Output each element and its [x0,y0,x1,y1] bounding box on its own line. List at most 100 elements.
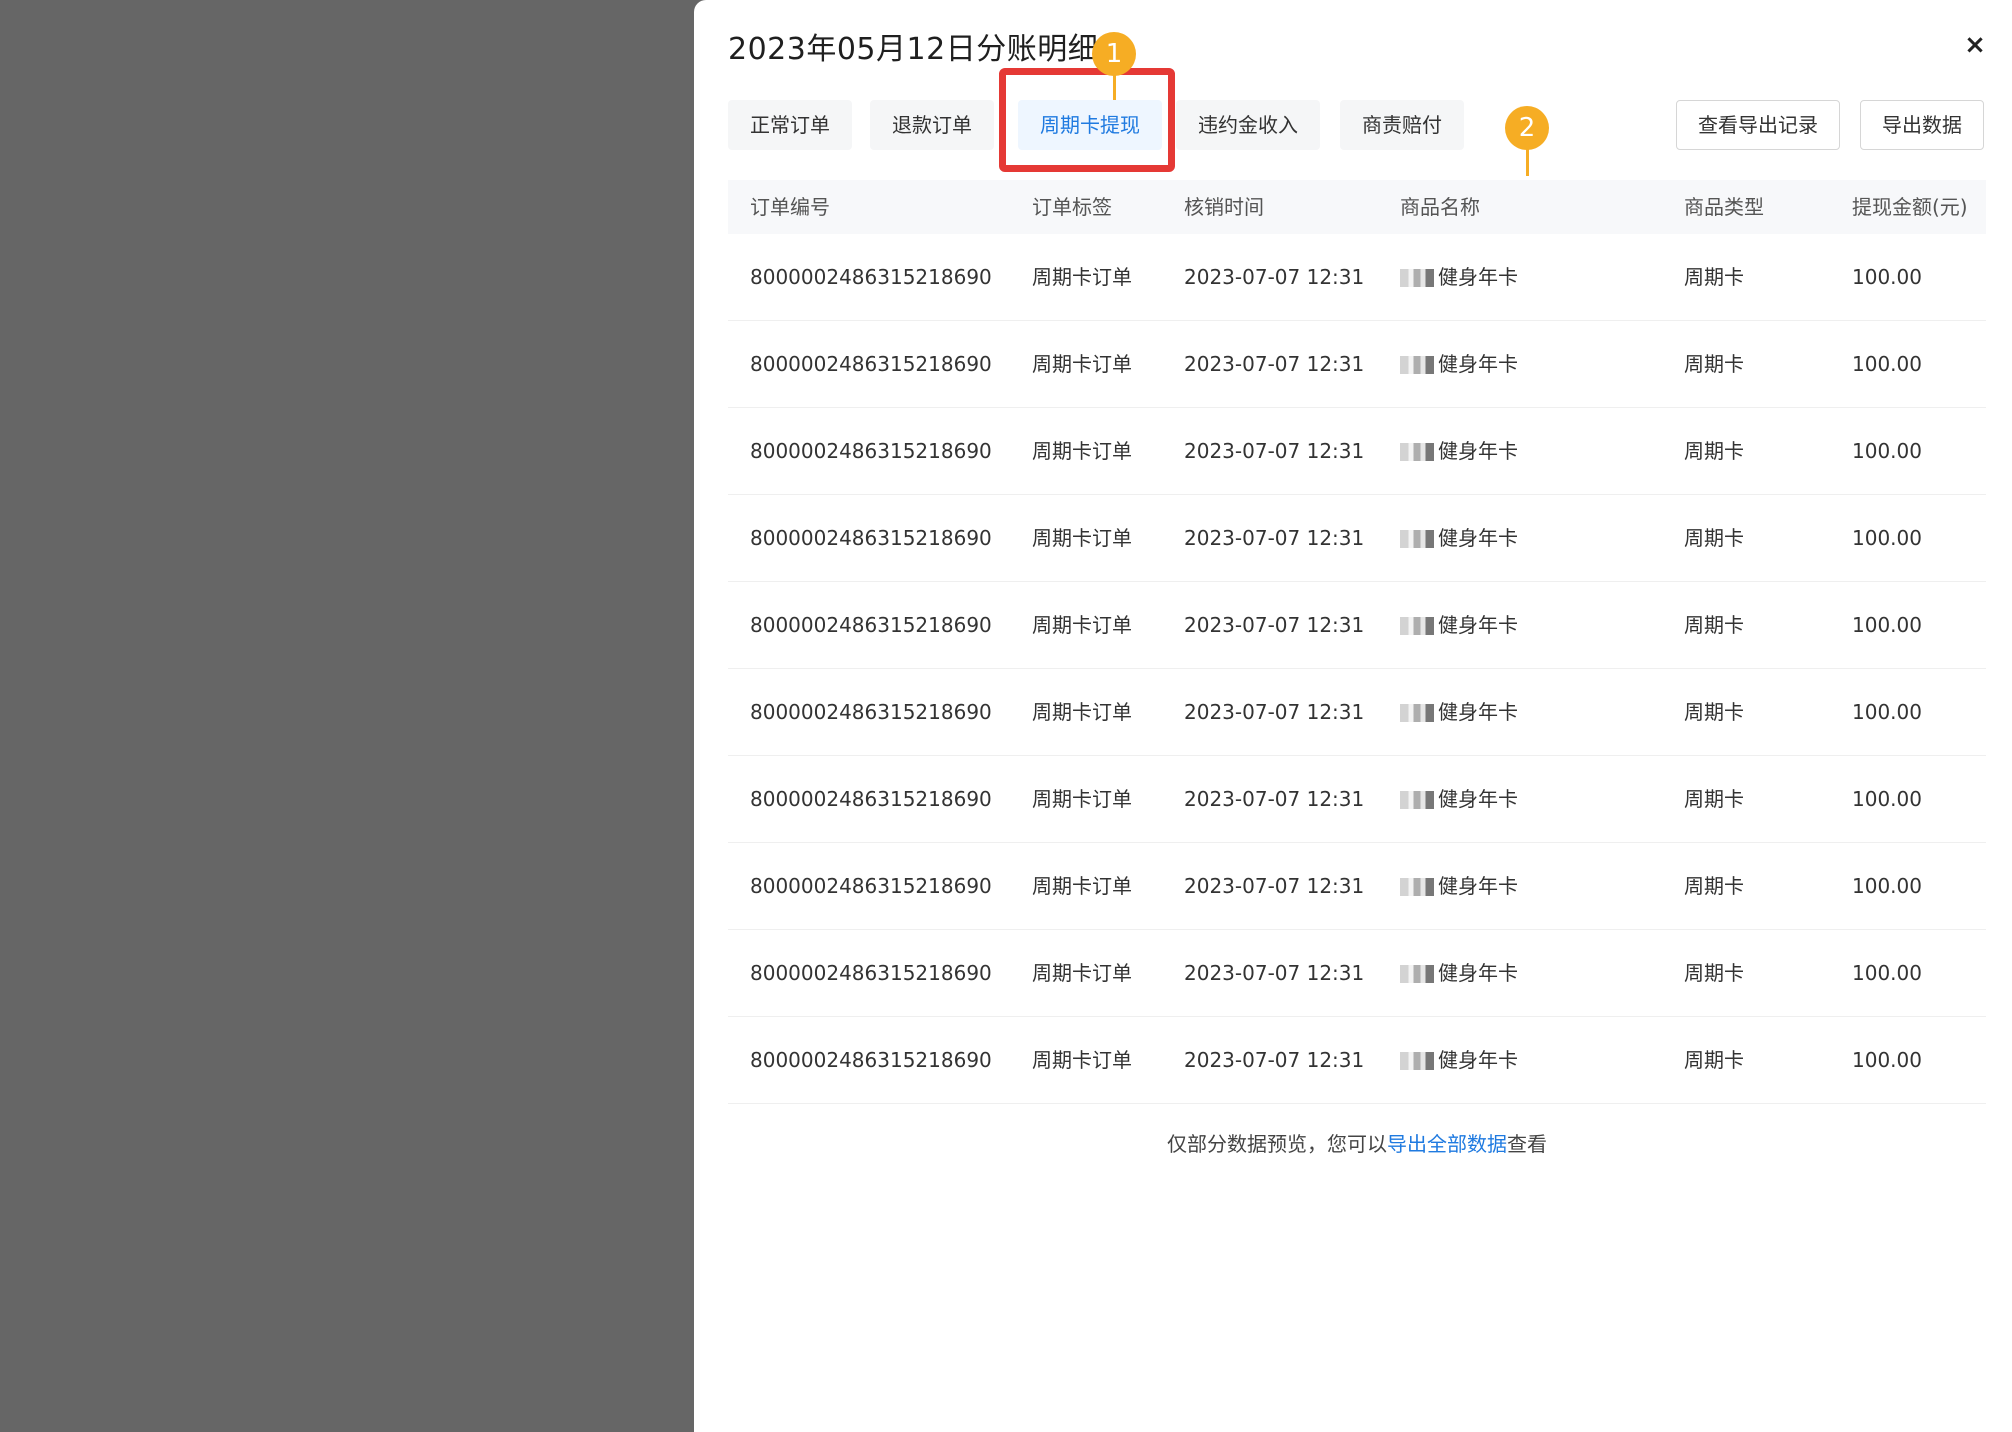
withdraw-amount-cell: 100.00 [1852,787,1922,811]
table-row: 8000002486315218690 周期卡订单 2023-07-07 12:31… [728,669,1986,756]
product-name-text: 健身年卡 [1438,265,1518,289]
verify-time-cell: 2023-07-07 12:31 [1184,1048,1365,1072]
product-name-cell: 健身年卡 [1400,669,1518,756]
product-type-cell: 周期卡 [1684,439,1744,463]
withdraw-amount-cell: 100.00 [1852,439,1922,463]
table-row: 8000002486315218690 周期卡订单 2023-07-07 12:31… [728,582,1986,669]
order-id-cell: 8000002486315218690 [750,265,992,289]
order-tag-cell: 周期卡订单 [1032,961,1132,985]
order-tag-cell: 周期卡订单 [1032,787,1132,811]
table-row: 8000002486315218690 周期卡订单 2023-07-07 12:31… [728,495,1986,582]
product-type-cell: 周期卡 [1684,1048,1744,1072]
withdraw-amount-cell: 100.00 [1852,874,1922,898]
product-name-cell: 健身年卡 [1400,756,1518,843]
product-name-cell: 健身年卡 [1400,582,1518,669]
withdraw-amount-cell: 100.00 [1852,613,1922,637]
product-name-cell: 健身年卡 [1400,495,1518,582]
verify-time-cell: 2023-07-07 12:31 [1184,874,1365,898]
order-id-cell: 8000002486315218690 [750,613,992,637]
product-type-cell: 周期卡 [1684,787,1744,811]
verify-time-cell: 2023-07-07 12:31 [1184,700,1365,724]
withdraw-amount-cell: 100.00 [1852,1048,1922,1072]
column-header: 商品类型 [1684,195,1764,219]
table-row: 8000002486315218690 周期卡订单 2023-07-07 12:31… [728,408,1986,495]
order-tag-cell: 周期卡订单 [1032,352,1132,376]
column-header: 订单标签 [1032,195,1112,219]
view-export-records-button[interactable]: 查看导出记录 [1676,100,1840,150]
product-name-text: 健身年卡 [1438,613,1518,637]
product-name-text: 健身年卡 [1438,1048,1518,1072]
order-id-cell: 8000002486315218690 [750,700,992,724]
redacted-image [1400,1051,1434,1070]
product-name-text: 健身年卡 [1438,439,1518,463]
withdraw-amount-cell: 100.00 [1852,526,1922,550]
export-all-data-link[interactable]: 导出全部数据 [1387,1132,1507,1156]
table-row: 8000002486315218690 周期卡订单 2023-07-07 12:31… [728,930,1986,1017]
verify-time-cell: 2023-07-07 12:31 [1184,526,1365,550]
preview-note: 仅部分数据预览，您可以导出全部数据查看 [728,1128,1986,1157]
verify-time-cell: 2023-07-07 12:31 [1184,787,1365,811]
annotation-marker-2: 2 [1505,106,1549,150]
withdraw-amount-cell: 100.00 [1852,700,1922,724]
product-type-cell: 周期卡 [1684,700,1744,724]
table-row: 8000002486315218690 周期卡订单 2023-07-07 12:31… [728,756,1986,843]
order-tag-cell: 周期卡订单 [1032,1048,1132,1072]
verify-time-cell: 2023-07-07 12:31 [1184,961,1365,985]
preview-note-suffix: 查看 [1507,1132,1547,1156]
redacted-image [1400,790,1434,809]
detail-drawer: 2023年05月12日分账明细 × 正常订单 退款订单 周期卡提现 违约金收入 … [694,0,2012,1432]
redacted-image [1400,616,1434,635]
column-header: 提现金额(元) [1852,195,1968,219]
table-row: 8000002486315218690 周期卡订单 2023-07-07 12:31… [728,234,1986,321]
order-id-cell: 8000002486315218690 [750,439,992,463]
redacted-image [1400,355,1434,374]
redacted-image [1400,964,1434,983]
verify-time-cell: 2023-07-07 12:31 [1184,439,1365,463]
order-id-cell: 8000002486315218690 [750,352,992,376]
table-header: 订单编号 订单标签 核销时间 商品名称 商品类型 提现金额(元) [728,180,1986,234]
drawer-title: 2023年05月12日分账明细 [728,32,1099,67]
order-id-cell: 8000002486315218690 [750,874,992,898]
modal-backdrop[interactable] [0,0,694,1432]
product-name-text: 健身年卡 [1438,874,1518,898]
order-id-cell: 8000002486315218690 [750,961,992,985]
tab-refund-orders[interactable]: 退款订单 [870,100,994,150]
product-name-text: 健身年卡 [1438,787,1518,811]
order-id-cell: 8000002486315218690 [750,787,992,811]
order-id-cell: 8000002486315218690 [750,1048,992,1072]
product-type-cell: 周期卡 [1684,613,1744,637]
verify-time-cell: 2023-07-07 12:31 [1184,265,1365,289]
column-header: 核销时间 [1184,195,1264,219]
product-name-cell: 健身年卡 [1400,234,1518,321]
highlight-box [999,68,1175,172]
product-name-cell: 健身年卡 [1400,408,1518,495]
product-name-text: 健身年卡 [1438,526,1518,550]
redacted-image [1400,877,1434,896]
order-tag-cell: 周期卡订单 [1032,700,1132,724]
annotation-line-1 [1113,74,1116,100]
withdraw-amount-cell: 100.00 [1852,352,1922,376]
export-data-button[interactable]: 导出数据 [1860,100,1984,150]
verify-time-cell: 2023-07-07 12:31 [1184,613,1365,637]
product-name-text: 健身年卡 [1438,352,1518,376]
product-name-cell: 健身年卡 [1400,843,1518,930]
close-icon[interactable]: × [1958,28,1992,62]
tab-merchant-compensation[interactable]: 商责赔付 [1340,100,1464,150]
product-name-text: 健身年卡 [1438,961,1518,985]
product-name-cell: 健身年卡 [1400,1017,1518,1104]
redacted-image [1400,268,1434,287]
table-row: 8000002486315218690 周期卡订单 2023-07-07 12:31… [728,321,1986,408]
redacted-image [1400,442,1434,461]
tab-penalty-income[interactable]: 违约金收入 [1176,100,1320,150]
redacted-image [1400,529,1434,548]
order-tag-cell: 周期卡订单 [1032,265,1132,289]
order-id-cell: 8000002486315218690 [750,526,992,550]
product-name-cell: 健身年卡 [1400,930,1518,1017]
order-tag-cell: 周期卡订单 [1032,526,1132,550]
order-tag-cell: 周期卡订单 [1032,613,1132,637]
tab-normal-orders[interactable]: 正常订单 [728,100,852,150]
product-type-cell: 周期卡 [1684,526,1744,550]
order-tag-cell: 周期卡订单 [1032,874,1132,898]
withdraw-amount-cell: 100.00 [1852,961,1922,985]
redacted-image [1400,703,1434,722]
